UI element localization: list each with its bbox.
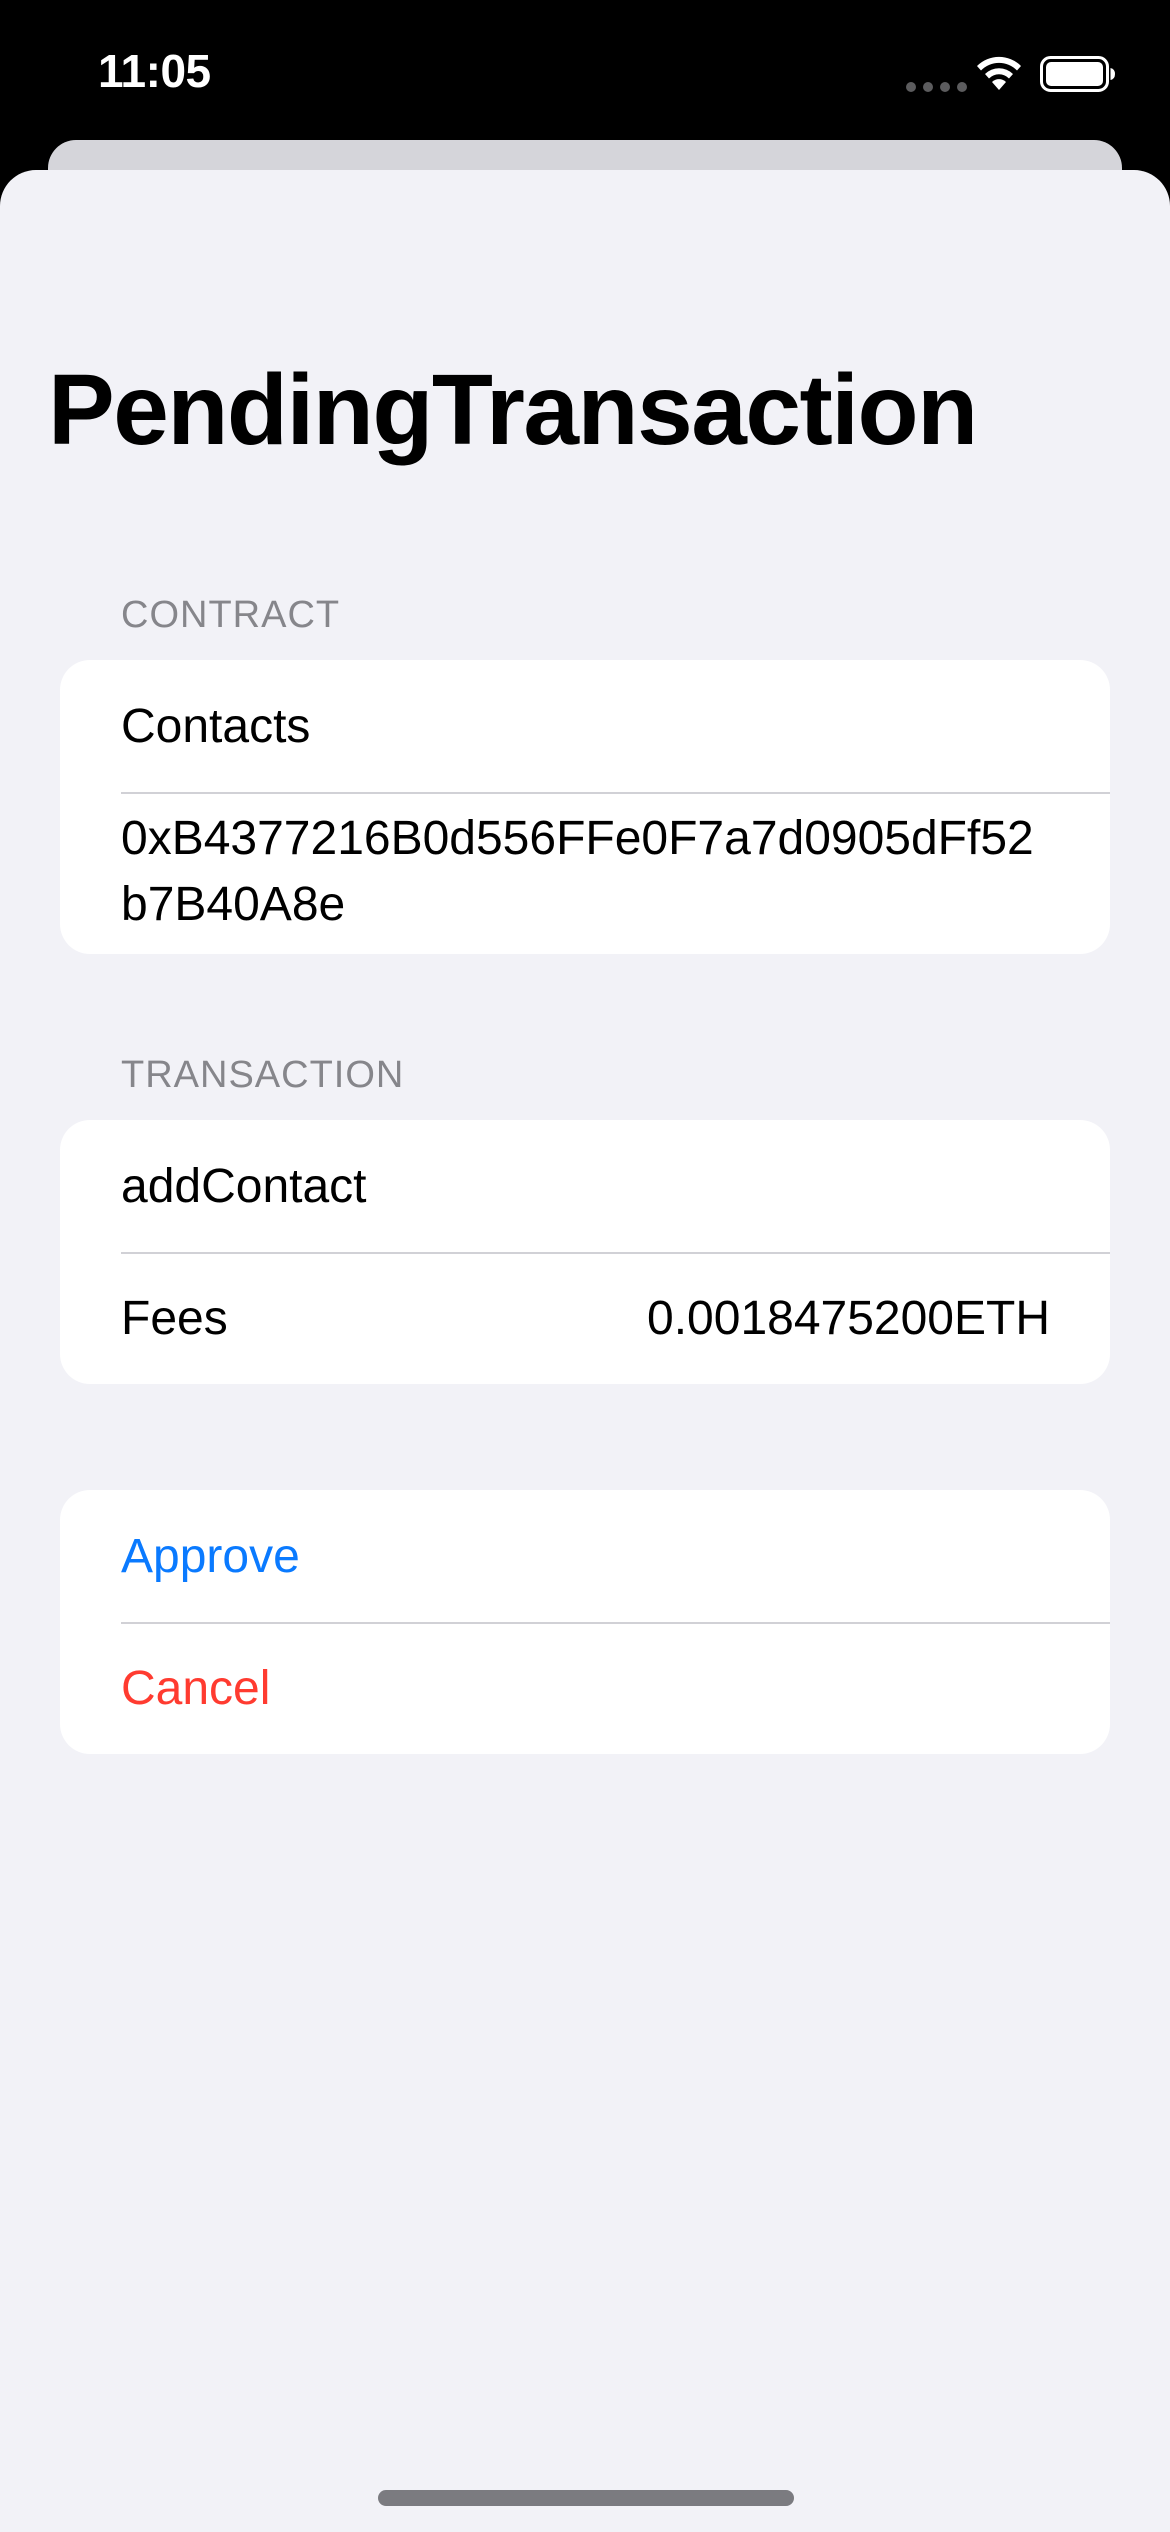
contract-group: Contacts 0xB4377216B0d556FFe0F7a7d0905dF… bbox=[60, 660, 1110, 954]
fees-row: Fees 0.0018475200ETH bbox=[60, 1252, 1110, 1384]
pending-transaction-sheet: PendingTransaction CONTRACT Contacts 0xB… bbox=[0, 170, 1170, 2532]
transaction-method-row: addContact bbox=[60, 1120, 1110, 1252]
transaction-method: addContact bbox=[121, 1159, 367, 1213]
transaction-group: addContact Fees 0.0018475200ETH bbox=[60, 1120, 1110, 1384]
cellular-icon bbox=[906, 82, 967, 92]
battery-icon bbox=[1040, 56, 1115, 92]
status-bar: 11:05 bbox=[0, 0, 1170, 150]
wifi-icon bbox=[977, 56, 1021, 90]
actions-group: Approve Cancel bbox=[60, 1490, 1110, 1754]
approve-label: Approve bbox=[121, 1529, 300, 1583]
cancel-button[interactable]: Cancel bbox=[60, 1622, 1110, 1754]
contract-name-row: Contacts bbox=[60, 660, 1110, 792]
approve-button[interactable]: Approve bbox=[60, 1490, 1110, 1622]
page-title: PendingTransaction bbox=[48, 354, 978, 466]
status-time: 11:05 bbox=[98, 45, 211, 97]
cancel-label: Cancel bbox=[121, 1661, 271, 1715]
transaction-section-header: TRANSACTION bbox=[121, 1054, 405, 1096]
contract-name: Contacts bbox=[121, 699, 311, 753]
contract-address: 0xB4377216B0d556FFe0F7a7d0905dFf52b7B40A… bbox=[121, 812, 1034, 931]
fees-label: Fees bbox=[121, 1291, 228, 1345]
contract-section-header: CONTRACT bbox=[121, 594, 341, 636]
fees-value: 0.0018475200ETH bbox=[647, 1291, 1050, 1345]
contract-address-row: 0xB4377216B0d556FFe0F7a7d0905dFf52b7B40A… bbox=[60, 792, 1110, 954]
home-indicator[interactable] bbox=[378, 2490, 794, 2506]
